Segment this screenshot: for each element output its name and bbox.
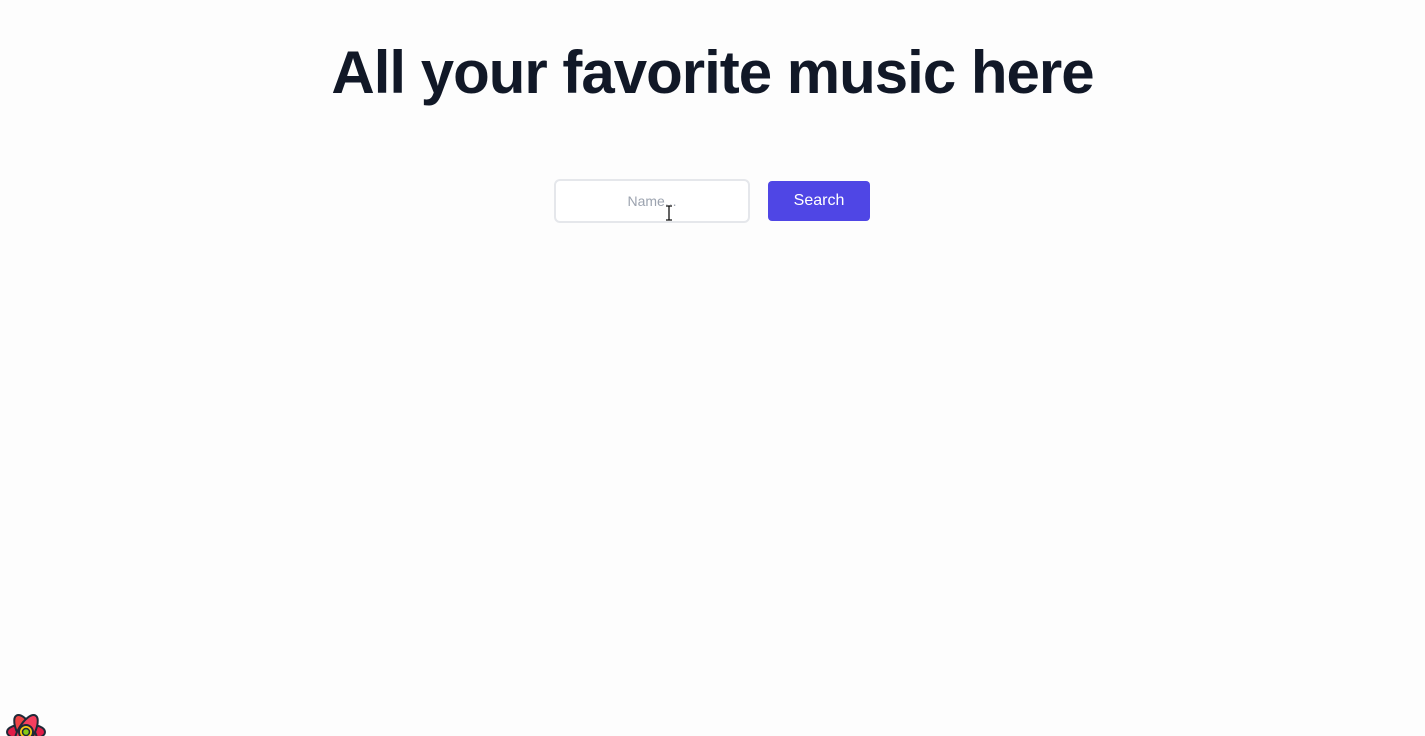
search-button[interactable]: Search [768,181,870,221]
page-title: All your favorite music here [331,39,1094,106]
react-query-devtools-icon[interactable] [4,710,48,736]
search-form: Search [554,179,870,223]
page: All your favorite music here Search [0,0,1425,736]
name-search-input[interactable] [554,179,750,223]
text-cursor-icon [666,205,672,221]
